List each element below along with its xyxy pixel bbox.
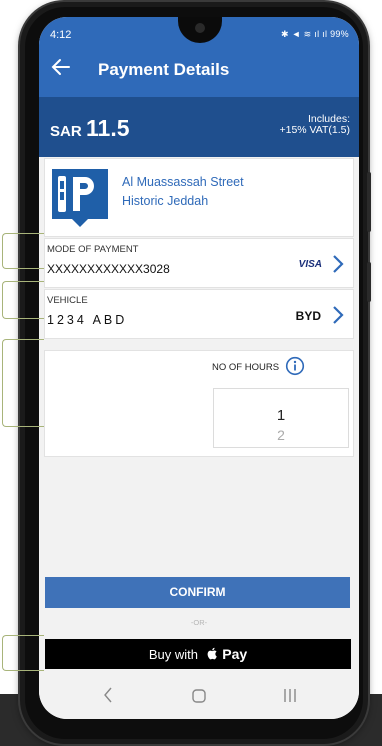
vehicle-row[interactable]: VEHICLE 1234 ABD BYD — [44, 289, 354, 339]
callout-bracket — [2, 635, 44, 671]
or-divider: -OR- — [190, 618, 208, 627]
hours-picker[interactable]: 1 2 — [213, 388, 349, 448]
app-screen: 4:12 ✱ ◄ ≋ ıl ıl 99% Payment Details SAR… — [39, 17, 359, 719]
nav-back-icon[interactable] — [101, 686, 115, 704]
hours-label: NO OF HOURS — [212, 362, 280, 373]
parking-icon — [52, 169, 108, 227]
apple-pay-prefix: Buy with — [148, 647, 198, 662]
callout-bracket — [2, 281, 44, 319]
status-time: 4:12 — [50, 29, 72, 41]
hours-card: NO OF HOURS 1 2 — [44, 350, 354, 457]
currency-label: SAR — [50, 123, 82, 140]
vehicle-label: VEHICLE — [47, 295, 88, 306]
payment-label: MODE OF PAYMENT — [47, 244, 139, 255]
system-nav-bar — [39, 675, 359, 719]
selected-hour[interactable]: 1 — [214, 407, 348, 424]
chevron-right-icon[interactable] — [331, 304, 345, 326]
plate-number: 1234 ABD — [47, 313, 128, 327]
next-hour[interactable]: 2 — [214, 427, 348, 443]
chevron-right-icon[interactable] — [331, 253, 345, 275]
vehicle-make: BYD — [295, 309, 321, 323]
callout-bracket — [2, 233, 44, 269]
location-area: Historic Jeddah — [122, 194, 209, 208]
confirm-button[interactable]: CONFIRM — [45, 577, 350, 608]
volume-button — [367, 172, 371, 232]
card-number: XXXXXXXXXXXX3028 — [47, 262, 170, 276]
info-icon[interactable] — [285, 356, 305, 376]
payment-method-row[interactable]: MODE OF PAYMENT XXXXXXXXXXXX3028 VISA — [44, 238, 354, 288]
app-bar: Payment Details — [39, 45, 359, 97]
nav-recents-icon[interactable] — [283, 688, 297, 703]
page-title: Payment Details — [98, 60, 230, 79]
total-amount: 11.5 — [86, 115, 130, 141]
apple-logo-icon — [207, 647, 217, 660]
nav-home-icon[interactable] — [192, 689, 206, 703]
front-camera — [195, 23, 205, 33]
arrow-left-icon[interactable] — [49, 55, 73, 79]
visa-logo: VISA — [298, 259, 322, 270]
price-summary: SAR 11.5 Includes: +15% VAT(1.5) — [39, 97, 359, 157]
callout-bracket — [2, 339, 44, 427]
apple-pay-button[interactable]: Buy with Pay — [45, 639, 351, 669]
vat-line-2: +15% VAT(1.5) — [279, 124, 350, 136]
location-street: Al Muassassah Street — [122, 175, 244, 189]
apple-pay-word: Pay — [222, 646, 248, 662]
status-icons: ✱ ◄ ≋ ıl ıl 99% — [280, 29, 349, 39]
power-button — [367, 262, 371, 302]
vat-info: Includes: +15% VAT(1.5) — [279, 114, 350, 136]
location-card: Al Muassassah Street Historic Jeddah — [44, 158, 354, 237]
